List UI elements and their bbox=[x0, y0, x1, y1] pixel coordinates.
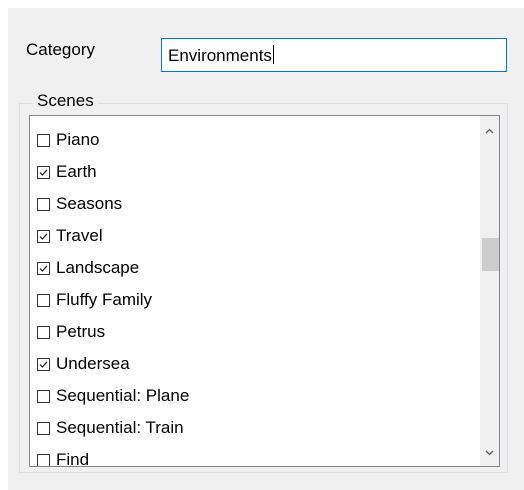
scenes-list-items: Piano Earth Seasons Travel Landscape Fluffy F… bbox=[30, 124, 477, 467]
checkbox-checked[interactable] bbox=[37, 165, 50, 179]
scene-list-item[interactable]: Fluffy Family bbox=[30, 284, 477, 316]
scene-list-item[interactable]: Piano bbox=[30, 124, 477, 156]
checkbox-unchecked[interactable] bbox=[37, 421, 50, 435]
scene-list-item[interactable]: Travel bbox=[30, 220, 477, 252]
scene-list-item[interactable]: Earth bbox=[30, 156, 477, 188]
scene-settings-panel: Category Environments Scenes Piano Earth S… bbox=[8, 8, 524, 490]
category-input[interactable]: Environments bbox=[161, 38, 507, 72]
scene-label: Seasons bbox=[56, 194, 123, 213]
chevron-up-icon[interactable] bbox=[480, 122, 499, 140]
checkbox-unchecked[interactable] bbox=[37, 197, 50, 211]
scene-label: Petrus bbox=[56, 322, 106, 341]
scene-list-item[interactable]: Petrus bbox=[30, 316, 477, 348]
scroll-thumb[interactable] bbox=[482, 238, 499, 271]
scene-label: Sequential: Train bbox=[56, 418, 184, 437]
scene-label: Find bbox=[56, 450, 90, 467]
scene-list-item[interactable]: Seasons bbox=[30, 188, 477, 220]
category-label: Category bbox=[26, 40, 95, 59]
text-caret bbox=[272, 45, 274, 64]
checkbox-unchecked[interactable] bbox=[37, 293, 50, 307]
scene-label: Fluffy Family bbox=[56, 290, 153, 309]
checkbox-unchecked[interactable] bbox=[37, 325, 50, 339]
scene-label: Travel bbox=[56, 226, 103, 245]
scenes-group-title: Scenes bbox=[32, 91, 99, 111]
scene-list-item[interactable]: Undersea bbox=[30, 348, 477, 380]
checkbox-checked[interactable] bbox=[37, 357, 50, 371]
scene-label: Landscape bbox=[56, 258, 140, 277]
checkbox-unchecked[interactable] bbox=[37, 453, 50, 466]
scene-label: Piano bbox=[56, 130, 100, 149]
scene-label: Undersea bbox=[56, 354, 130, 373]
scene-label: Earth bbox=[56, 162, 97, 181]
checkbox-unchecked[interactable] bbox=[37, 389, 50, 403]
scene-list-item[interactable]: Sequential: Plane bbox=[30, 380, 477, 412]
checkmark-icon bbox=[39, 232, 48, 240]
category-input-value: Environments bbox=[168, 46, 272, 65]
scene-list-item[interactable]: Find bbox=[30, 444, 477, 467]
scenes-checklist[interactable]: Piano Earth Seasons Travel Landscape Fluffy F… bbox=[29, 115, 500, 467]
scene-list-item[interactable]: Sequential: Train bbox=[30, 412, 477, 444]
chevron-down-icon[interactable] bbox=[480, 444, 499, 462]
scene-label: Sequential: Plane bbox=[56, 386, 190, 405]
checkmark-icon bbox=[39, 264, 48, 272]
checkmark-icon bbox=[39, 168, 48, 176]
checkbox-unchecked[interactable] bbox=[37, 133, 50, 147]
vertical-scrollbar[interactable] bbox=[480, 116, 499, 466]
scene-list-item[interactable]: Landscape bbox=[30, 252, 477, 284]
checkbox-checked[interactable] bbox=[37, 261, 50, 275]
checkbox-checked[interactable] bbox=[37, 229, 50, 243]
checkmark-icon bbox=[39, 360, 48, 368]
